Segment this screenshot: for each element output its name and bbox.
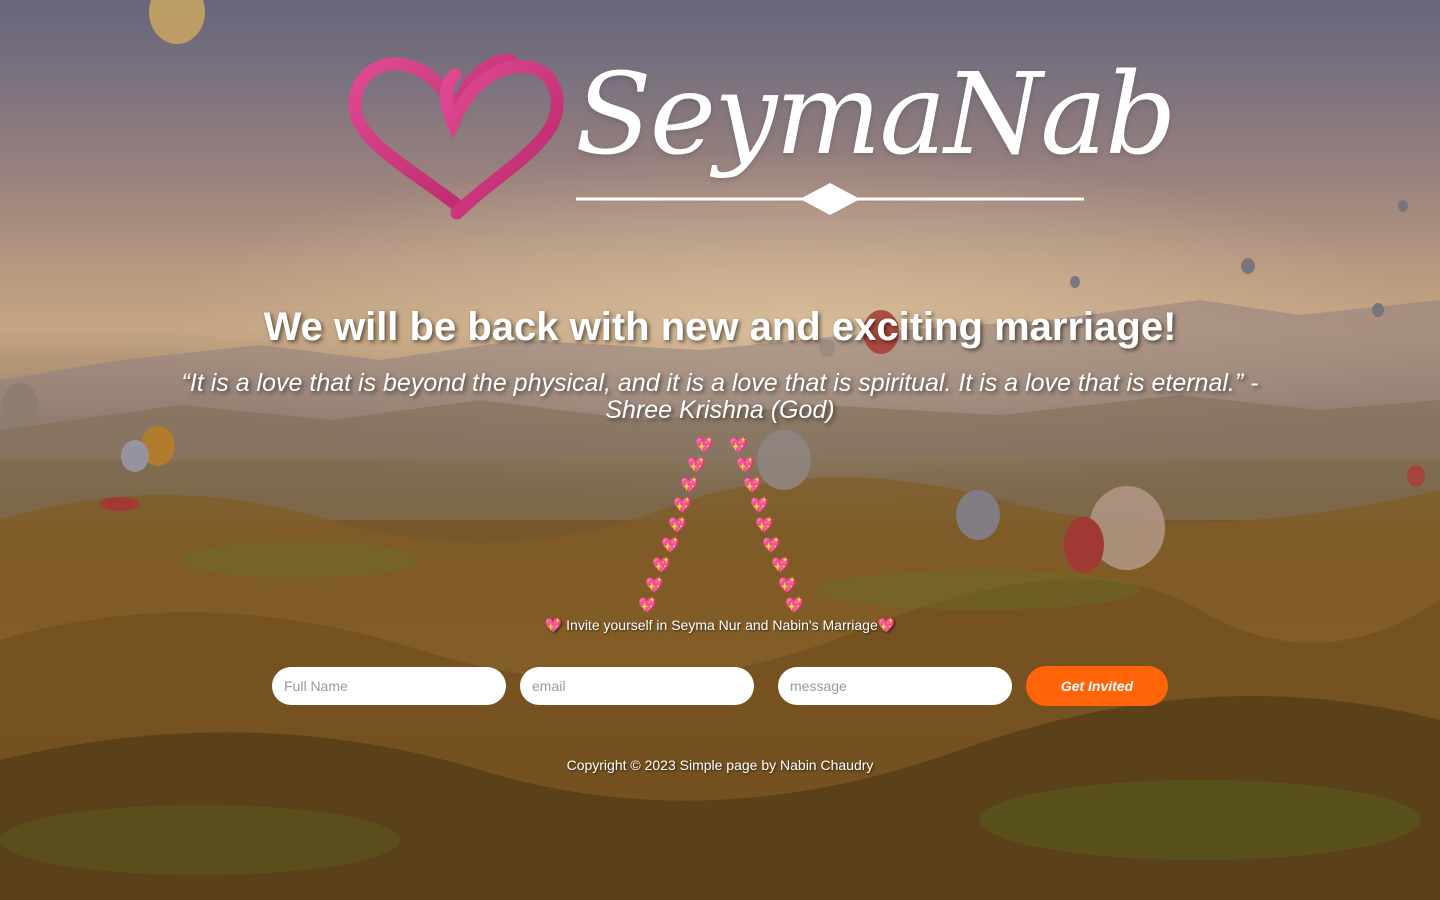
- love-quote: “It is a love that is beyond the physica…: [181, 369, 1259, 424]
- heart-icon: 💖: [645, 577, 664, 594]
- heart-icon: 💖: [778, 577, 797, 594]
- footer-copyright: Copyright © 2023 Simple page by Nabin Ch…: [566, 757, 874, 773]
- heart-icon: 💖: [673, 497, 692, 514]
- heart-icon: 💖: [661, 537, 680, 554]
- heart-icon: 💖: [680, 477, 699, 494]
- full-name-input[interactable]: [272, 667, 506, 705]
- heart-icon: 💖: [785, 597, 804, 614]
- heart-icon: 💖: [755, 517, 774, 534]
- heart-icon: 💖: [743, 477, 762, 494]
- heart-icon: 💖: [736, 457, 755, 474]
- message-input[interactable]: [778, 667, 1012, 705]
- logo-wordmark: SeymaNab: [575, 50, 1177, 180]
- heart-icon: 💖: [771, 557, 790, 574]
- hearts-decoration: 💖 💖 💖 💖 💖 💖 💖 💖 💖 💖 💖 💖 💖 💖 💖 💖 💖 💖: [630, 436, 810, 616]
- email-input[interactable]: [520, 667, 754, 705]
- heart-icon: 💖: [762, 537, 781, 554]
- heart-icon: 💖: [652, 557, 671, 574]
- page-title: We will be back with new and exciting ma…: [263, 305, 1177, 349]
- heart-icon: 💖: [695, 437, 714, 454]
- heart-icon: 💖: [668, 517, 687, 534]
- heart-icon: 💖: [638, 597, 657, 614]
- invite-text: 💖 Invite yourself in Seyma Nur and Nabin…: [544, 617, 896, 633]
- get-invited-button[interactable]: Get Invited: [1026, 666, 1168, 706]
- heart-icon: 💖: [687, 457, 706, 474]
- heart-icon: 💖: [750, 497, 769, 514]
- heart-icon: 💖: [729, 437, 748, 454]
